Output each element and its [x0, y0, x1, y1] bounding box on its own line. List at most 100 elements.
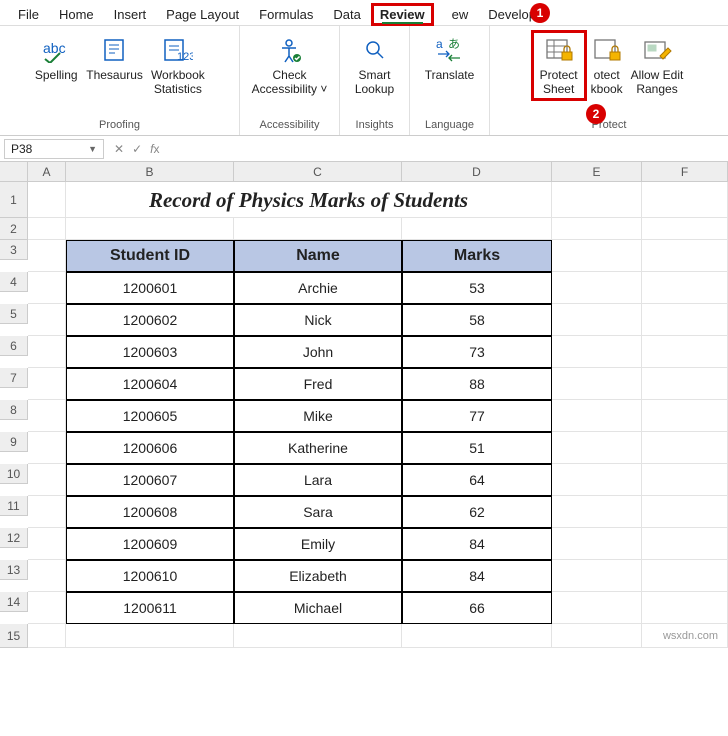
cell-A14[interactable]: [28, 592, 66, 624]
row-header-4[interactable]: 4: [0, 272, 28, 292]
row-header-10[interactable]: 10: [0, 464, 28, 484]
table-cell[interactable]: 62: [402, 496, 552, 528]
cell-A13[interactable]: [28, 560, 66, 592]
cell-A12[interactable]: [28, 528, 66, 560]
row-header-5[interactable]: 5: [0, 304, 28, 324]
cell-E1[interactable]: [552, 182, 642, 218]
allow-edit-ranges-button[interactable]: Allow Edit Ranges: [627, 30, 688, 97]
table-cell[interactable]: 1200601: [66, 272, 234, 304]
tab-insert[interactable]: Insert: [104, 3, 157, 26]
row-header-9[interactable]: 9: [0, 432, 28, 452]
table-cell[interactable]: 1200610: [66, 560, 234, 592]
cell-A5[interactable]: [28, 304, 66, 336]
fx-icon[interactable]: fx: [150, 142, 159, 156]
table-cell[interactable]: Archie: [234, 272, 402, 304]
table-cell[interactable]: Nick: [234, 304, 402, 336]
cell-E9[interactable]: [552, 432, 642, 464]
check-accessibility-button[interactable]: Check Accessibility ˅: [248, 30, 332, 97]
thesaurus-button[interactable]: Thesaurus: [82, 30, 147, 83]
name-box[interactable]: P38 ▼: [4, 139, 104, 159]
table-cell[interactable]: 1200605: [66, 400, 234, 432]
table-cell[interactable]: 77: [402, 400, 552, 432]
row-header-8[interactable]: 8: [0, 400, 28, 420]
tab-home[interactable]: Home: [49, 3, 104, 26]
table-cell[interactable]: 1200603: [66, 336, 234, 368]
table-cell[interactable]: Emily: [234, 528, 402, 560]
cell-empty[interactable]: [552, 624, 642, 648]
table-cell[interactable]: 1200608: [66, 496, 234, 528]
cell-A6[interactable]: [28, 336, 66, 368]
translate-button[interactable]: aあ Translate: [421, 30, 479, 83]
cell-F3[interactable]: [642, 240, 728, 272]
tab-file[interactable]: File: [8, 3, 49, 26]
table-cell[interactable]: 1200604: [66, 368, 234, 400]
col-header-F[interactable]: F: [642, 162, 728, 182]
row-header-12[interactable]: 12: [0, 528, 28, 548]
table-cell[interactable]: Fred: [234, 368, 402, 400]
tab-review[interactable]: Review: [371, 3, 434, 26]
cell-A11[interactable]: [28, 496, 66, 528]
cell-A8[interactable]: [28, 400, 66, 432]
table-cell[interactable]: 64: [402, 464, 552, 496]
select-all-corner[interactable]: [0, 162, 28, 182]
tab-view-partial[interactable]: ew: [434, 3, 479, 26]
cancel-icon[interactable]: ✕: [114, 142, 124, 156]
table-header-id[interactable]: Student ID: [66, 240, 234, 272]
title-cell[interactable]: Record of Physics Marks of Students: [66, 182, 552, 218]
table-cell[interactable]: 84: [402, 560, 552, 592]
table-cell[interactable]: 88: [402, 368, 552, 400]
cell-empty[interactable]: [28, 624, 66, 648]
cell-empty[interactable]: [234, 624, 402, 648]
formula-input[interactable]: [159, 147, 728, 151]
table-cell[interactable]: 84: [402, 528, 552, 560]
cell-F13[interactable]: [642, 560, 728, 592]
cell-F8[interactable]: [642, 400, 728, 432]
protect-sheet-button[interactable]: Protect Sheet: [531, 30, 587, 101]
row-header-11[interactable]: 11: [0, 496, 28, 516]
tab-page-layout[interactable]: Page Layout: [156, 3, 249, 26]
cell-F6[interactable]: [642, 336, 728, 368]
cell-empty[interactable]: [402, 624, 552, 648]
cell-F12[interactable]: [642, 528, 728, 560]
cell-A2[interactable]: [28, 218, 66, 240]
col-header-C[interactable]: C: [234, 162, 402, 182]
cell-F5[interactable]: [642, 304, 728, 336]
table-cell[interactable]: 1200611: [66, 592, 234, 624]
table-cell[interactable]: 1200602: [66, 304, 234, 336]
table-cell[interactable]: 66: [402, 592, 552, 624]
table-header-name[interactable]: Name: [234, 240, 402, 272]
cell-F7[interactable]: [642, 368, 728, 400]
row-header-7[interactable]: 7: [0, 368, 28, 388]
cell-E6[interactable]: [552, 336, 642, 368]
table-cell[interactable]: Lara: [234, 464, 402, 496]
row-header-3[interactable]: 3: [0, 240, 28, 260]
tab-data[interactable]: Data: [323, 3, 370, 26]
cell-E3[interactable]: [552, 240, 642, 272]
cell-E5[interactable]: [552, 304, 642, 336]
col-header-A[interactable]: A: [28, 162, 66, 182]
cell-F9[interactable]: [642, 432, 728, 464]
cell-E8[interactable]: [552, 400, 642, 432]
workbook-statistics-button[interactable]: 123 Workbook Statistics: [147, 30, 209, 97]
table-cell[interactable]: 53: [402, 272, 552, 304]
cell-A4[interactable]: [28, 272, 66, 304]
spelling-button[interactable]: abc Spelling: [30, 30, 82, 83]
table-cell[interactable]: 73: [402, 336, 552, 368]
cell-F11[interactable]: [642, 496, 728, 528]
cell-F10[interactable]: [642, 464, 728, 496]
cell-E13[interactable]: [552, 560, 642, 592]
table-cell[interactable]: Sara: [234, 496, 402, 528]
cell-E12[interactable]: [552, 528, 642, 560]
smart-lookup-button[interactable]: Smart Lookup: [349, 30, 401, 97]
cell-F2[interactable]: [642, 218, 728, 240]
table-cell[interactable]: Michael: [234, 592, 402, 624]
cell-A3[interactable]: [28, 240, 66, 272]
cell-B2[interactable]: [66, 218, 234, 240]
cell-A10[interactable]: [28, 464, 66, 496]
cell-F14[interactable]: [642, 592, 728, 624]
col-header-D[interactable]: D: [402, 162, 552, 182]
table-cell[interactable]: 1200607: [66, 464, 234, 496]
tab-formulas[interactable]: Formulas: [249, 3, 323, 26]
table-cell[interactable]: Mike: [234, 400, 402, 432]
cell-E2[interactable]: [552, 218, 642, 240]
